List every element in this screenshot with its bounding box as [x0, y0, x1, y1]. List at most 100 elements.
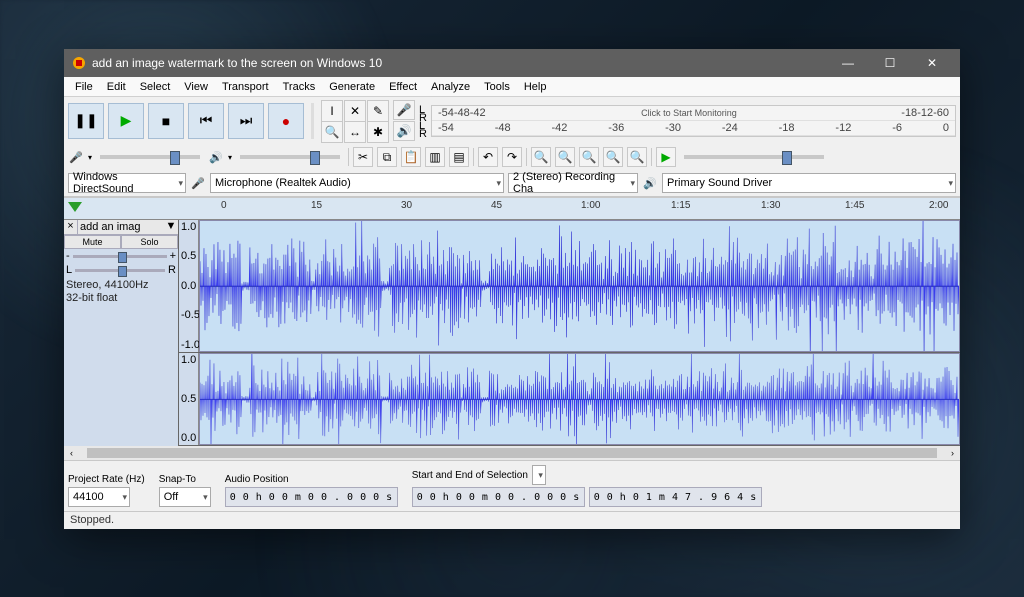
separator: [651, 148, 652, 166]
track-close-button[interactable]: ×: [64, 220, 78, 234]
track-info-1: Stereo, 44100Hz: [66, 279, 176, 292]
zoom-out-button[interactable]: 🔍: [555, 147, 575, 167]
play-button[interactable]: ▶: [108, 103, 144, 139]
menu-transport[interactable]: Transport: [215, 79, 276, 95]
scroll-right-icon[interactable]: ›: [951, 448, 954, 458]
record-button[interactable]: ●: [268, 103, 304, 139]
project-rate-combo[interactable]: 44100: [68, 487, 130, 507]
play-speed-slider[interactable]: [684, 155, 824, 159]
solo-button[interactable]: Solo: [121, 235, 178, 249]
playback-meter[interactable]: -54 -48 -42 -36 -30 -24 -18 -12 -6 0: [432, 121, 955, 136]
cut-button[interactable]: ✂: [353, 147, 373, 167]
menu-view[interactable]: View: [177, 79, 215, 95]
multi-tool[interactable]: ✱: [367, 121, 389, 143]
amp: 0.0: [181, 432, 196, 444]
rec-meter-icon[interactable]: 🎤: [393, 100, 415, 120]
menu-select[interactable]: Select: [133, 79, 178, 95]
paste-button[interactable]: 📋: [401, 147, 421, 167]
zoom-sel-button[interactable]: 🔍: [579, 147, 599, 167]
envelope-tool[interactable]: ✕: [344, 100, 366, 122]
recording-meter[interactable]: -54 -48 -42 Click to Start Monitoring -1…: [432, 106, 955, 121]
zoom-in-button[interactable]: 🔍: [531, 147, 551, 167]
zoom-tool[interactable]: 🔍: [321, 121, 343, 143]
menu-file[interactable]: File: [68, 79, 100, 95]
project-rate-label: Project Rate (Hz): [68, 474, 145, 485]
channel-right[interactable]: 1.0 0.5 0.0: [179, 353, 960, 446]
play-volume-slider[interactable]: [240, 155, 340, 159]
track-name[interactable]: add an imag: [78, 220, 164, 234]
rec-tick: -18: [901, 107, 917, 119]
timeline[interactable]: 01530451:001:151:301:452:00: [64, 198, 960, 220]
rec-volume-slider[interactable]: [100, 155, 200, 159]
play-at-speed-button[interactable]: ▶: [656, 147, 676, 167]
snap-to-combo[interactable]: Off: [159, 487, 211, 507]
host-combo[interactable]: Windows DirectSound: [68, 173, 186, 193]
separator: [526, 148, 527, 166]
play-volume[interactable]: 🔊▾: [208, 151, 344, 164]
trim-button[interactable]: ▥: [425, 147, 445, 167]
minimize-button[interactable]: —: [828, 49, 868, 77]
track-menu-button[interactable]: ▼: [164, 220, 178, 234]
silence-button[interactable]: ▤: [449, 147, 469, 167]
menu-bar: File Edit Select View Transport Tracks G…: [64, 77, 960, 97]
selection-start-value[interactable]: 0 0 h 0 0 m 0 0 . 0 0 0 s: [412, 487, 585, 507]
zoom-toggle-button[interactable]: 🔍: [627, 147, 647, 167]
project-rate-value: 44100: [73, 491, 104, 503]
menu-help[interactable]: Help: [517, 79, 554, 95]
close-button[interactable]: ✕: [912, 49, 952, 77]
horizontal-scrollbar[interactable]: ‹ ›: [64, 446, 960, 460]
scroll-left-icon[interactable]: ‹: [70, 448, 73, 458]
selection-end-value[interactable]: 0 0 h 0 1 m 4 7 . 9 6 4 s: [589, 487, 762, 507]
timeshift-tool[interactable]: ↔: [344, 121, 366, 143]
channels-combo[interactable]: 2 (Stereo) Recording Cha: [508, 173, 638, 193]
channel-left[interactable]: 1.0 0.5 0.0 -0.5 -1.0: [179, 220, 960, 353]
copy-button[interactable]: ⧉: [377, 147, 397, 167]
amp-scale-right: 1.0 0.5 0.0: [179, 353, 199, 445]
tracks-area: × add an imag ▼ Mute Solo -+ LR Stereo, …: [64, 220, 960, 446]
rec-tick: -42: [470, 107, 486, 119]
scroll-thumb[interactable]: [87, 448, 938, 458]
rec-device-combo[interactable]: Microphone (Realtek Audio): [210, 173, 504, 193]
pan-slider[interactable]: [75, 269, 165, 272]
redo-button[interactable]: ↷: [502, 147, 522, 167]
play-meter-icon[interactable]: 🔊: [393, 121, 415, 141]
skip-end-button[interactable]: ⏭: [228, 103, 264, 139]
play-tick: -18: [779, 122, 795, 134]
waveform-area[interactable]: 1.0 0.5 0.0 -0.5 -1.0 1.0 0.5 0.0: [179, 220, 960, 446]
audio-position-value[interactable]: 0 0 h 0 0 m 0 0 . 0 0 0 s: [225, 487, 398, 507]
gain-slider[interactable]: [73, 255, 167, 258]
play-tick: -30: [665, 122, 681, 134]
play-device-combo[interactable]: Primary Sound Driver: [662, 173, 956, 193]
timeline-ruler[interactable]: 01530451:001:151:301:452:00: [179, 198, 960, 219]
selection-toolbar: Project Rate (Hz) 44100 Snap-To Off Audi…: [64, 460, 960, 511]
undo-button[interactable]: ↶: [478, 147, 498, 167]
rec-tick: -6: [933, 107, 943, 119]
stop-button[interactable]: ■: [148, 103, 184, 139]
channels-value: 2 (Stereo) Recording Cha: [513, 171, 623, 195]
draw-tool[interactable]: ✎: [367, 100, 389, 122]
rec-volume[interactable]: 🎤▾: [68, 151, 204, 164]
rec-meter-click-text: Click to Start Monitoring: [641, 108, 737, 118]
menu-effect[interactable]: Effect: [382, 79, 424, 95]
selection-tool[interactable]: I: [321, 100, 343, 122]
waveform-right[interactable]: [199, 353, 960, 445]
menu-edit[interactable]: Edit: [100, 79, 133, 95]
maximize-button[interactable]: ☐: [870, 49, 910, 77]
skip-start-button[interactable]: ⏮: [188, 103, 224, 139]
titlebar[interactable]: add an image watermark to the screen on …: [64, 49, 960, 77]
menu-tracks[interactable]: Tracks: [276, 79, 323, 95]
zoom-fit-button[interactable]: 🔍: [603, 147, 623, 167]
play-head-icon[interactable]: [68, 202, 82, 212]
rec-tick: -48: [454, 107, 470, 119]
menu-generate[interactable]: Generate: [322, 79, 382, 95]
toolbar-row-1: ❚❚ ▶ ■ ⏮ ⏭ ● I ✕ ✎ 🔍 ↔ ✱ 🎤 🔊 L R L: [64, 97, 960, 144]
menu-tools[interactable]: Tools: [477, 79, 517, 95]
selection-mode-combo[interactable]: [532, 465, 546, 485]
meters[interactable]: -54 -48 -42 Click to Start Monitoring -1…: [431, 105, 956, 137]
amp: 0.0: [181, 280, 196, 292]
menu-analyze[interactable]: Analyze: [424, 79, 477, 95]
pause-button[interactable]: ❚❚: [68, 103, 104, 139]
waveform-left[interactable]: [199, 220, 960, 352]
gain-minus: -: [66, 250, 70, 262]
mute-button[interactable]: Mute: [64, 235, 121, 249]
